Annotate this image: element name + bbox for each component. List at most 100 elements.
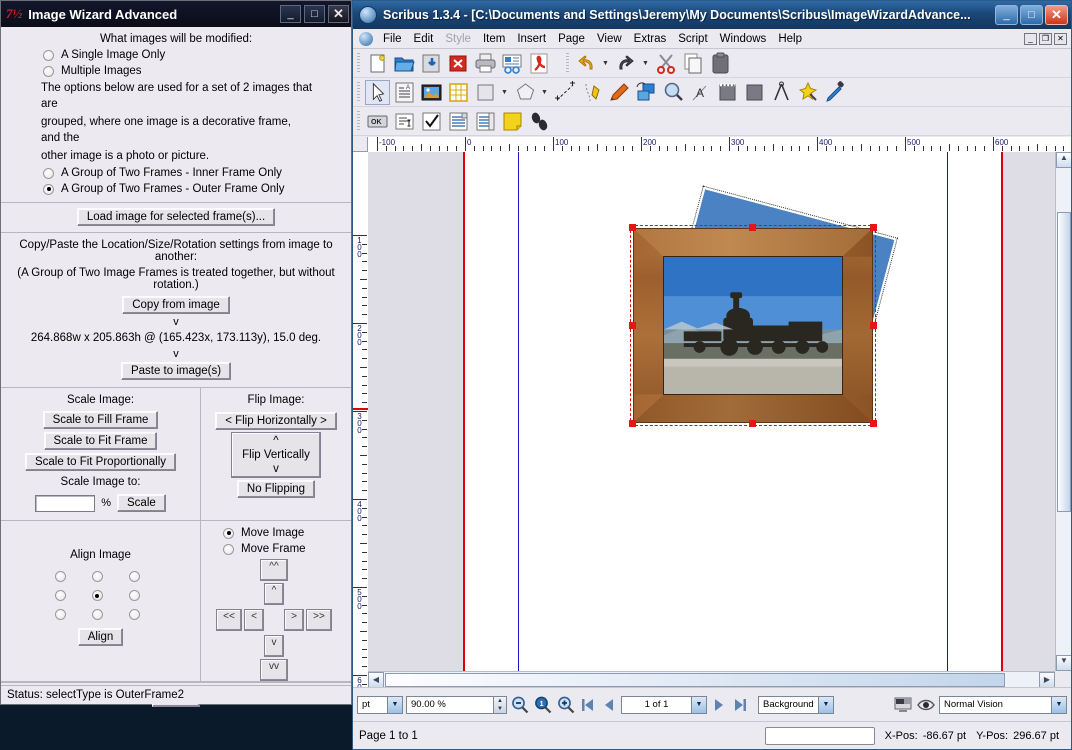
undo-icon[interactable] [574,51,599,76]
preview-mode-icon[interactable] [893,696,913,714]
flip-vertically-button[interactable]: ^ Flip Vertically v [231,432,321,478]
copy-properties-icon[interactable] [796,80,821,105]
toolbar-grip-icon[interactable] [355,81,362,103]
zoom-in-icon[interactable] [556,695,576,715]
align-middle-right-radio[interactable] [128,590,140,601]
scribus-minimize-button[interactable]: _ [995,5,1018,25]
select-pointer-icon[interactable] [365,79,390,105]
radio-move-image[interactable]: Move Image [201,525,351,541]
vertical-ruler[interactable]: 100 200 300 400 500 600 [353,152,369,687]
resize-handle-n[interactable] [749,224,756,231]
shape-dropdown-caret-icon[interactable]: ▼ [500,89,509,96]
close-document-icon[interactable] [446,51,471,76]
scribus-close-button[interactable]: ✕ [1045,5,1068,25]
first-page-icon[interactable] [579,696,597,714]
resize-handle-e[interactable] [870,322,877,329]
resize-handle-nw[interactable] [629,224,636,231]
resize-handle-s[interactable] [749,420,756,427]
radio-outer-frame[interactable]: A Group of Two Frames - Outer Frame Only [1,181,351,197]
horizontal-ruler[interactable]: -100 0 100 200 300 400 500 600 [353,137,1071,153]
pdf-link-icon[interactable] [527,109,552,134]
redo-icon[interactable] [614,51,639,76]
radio-single-image[interactable]: A Single Image Only [1,47,351,63]
move-up-button[interactable]: ^ [264,583,284,605]
redo-dropdown-caret-icon[interactable]: ▼ [641,60,650,67]
radio-move-frame[interactable]: Move Frame [201,541,351,557]
save-icon[interactable] [419,51,444,76]
eyedropper-icon[interactable] [823,80,848,105]
scale-to-fit-proportionally-button[interactable]: Scale to Fit Proportionally [24,453,177,471]
previous-page-icon[interactable] [600,696,618,714]
zoom-stepper-icon[interactable]: ▲ ▼ [493,696,506,713]
chevron-down-icon[interactable]: ▼ [1051,696,1066,713]
layer-combobox[interactable]: Background ▼ [758,695,834,714]
resize-handle-sw[interactable] [629,420,636,427]
document-canvas[interactable] [368,152,1055,671]
scroll-down-button[interactable]: ▼ [1056,655,1071,671]
freehand-pencil-icon[interactable] [607,80,632,105]
load-image-button[interactable]: Load image for selected frame(s)... [76,208,276,226]
unlink-text-frames-icon[interactable] [742,80,767,105]
unit-combobox[interactable]: pt ▼ [357,695,403,714]
move-right-button[interactable]: > [284,609,304,631]
polygon-icon[interactable] [513,80,538,105]
radio-icon[interactable] [43,65,54,77]
menu-file[interactable]: File [377,31,408,47]
menu-edit[interactable]: Edit [408,31,440,47]
edit-contents-icon[interactable]: A [688,80,713,105]
zoom-100-icon[interactable]: 1 [533,695,553,715]
align-top-left-radio[interactable] [54,571,66,582]
toolbar-grip-icon[interactable] [355,110,362,132]
move-right-fast-button[interactable]: >> [306,609,332,631]
open-folder-icon[interactable] [392,51,417,76]
scale-to-fill-frame-button[interactable]: Scale to Fill Frame [42,411,159,429]
pdf-pushbutton-icon[interactable]: OK [365,109,390,134]
cut-scissors-icon[interactable] [654,51,679,76]
menu-view[interactable]: View [591,31,628,47]
paste-to-images-button[interactable]: Paste to image(s) [120,362,232,380]
page-indicator-combobox[interactable]: 1 of 1 ▼ [621,695,707,714]
last-page-icon[interactable] [731,696,749,714]
mdi-close-button[interactable]: ✕ [1054,32,1067,45]
pdf-combobox-icon[interactable] [446,109,471,134]
no-flipping-button[interactable]: No Flipping [236,480,316,498]
chevron-down-icon[interactable]: ▼ [691,696,706,713]
document-page[interactable] [463,152,1003,671]
scale-percent-input[interactable] [35,494,96,512]
resize-handle-ne[interactable] [870,224,877,231]
menu-script[interactable]: Script [672,31,713,47]
radio-icon[interactable] [223,543,234,555]
horizontal-scroll-thumb[interactable] [385,673,1005,687]
radio-multiple-images[interactable]: Multiple Images [1,63,351,79]
shape-icon[interactable] [473,80,498,105]
wizard-close-button[interactable]: ✕ [328,5,349,23]
chevron-down-icon[interactable]: ▼ [387,696,402,713]
text-frame-icon[interactable]: A [392,80,417,105]
pdf-checkbox-icon[interactable] [419,109,444,134]
radio-icon[interactable] [43,49,54,61]
align-top-center-radio[interactable] [91,571,103,582]
toolbar-grip-icon[interactable] [355,52,362,74]
chevron-down-icon[interactable]: ▼ [818,696,833,713]
scroll-up-button[interactable]: ▲ [1056,152,1071,168]
move-down-button[interactable]: v [264,635,284,657]
pdf-listbox-icon[interactable] [473,109,498,134]
align-bottom-left-radio[interactable] [54,609,66,620]
resize-handle-se[interactable] [870,420,877,427]
align-bottom-right-radio[interactable] [128,609,140,620]
copy-icon[interactable] [681,51,706,76]
export-pdf-icon[interactable] [527,51,552,76]
scroll-right-button[interactable]: ▶ [1039,672,1055,687]
scale-button[interactable]: Scale [117,494,166,512]
zoom-spinbox[interactable]: 90.00 % ▲ ▼ [406,695,507,714]
radio-icon[interactable] [223,527,234,539]
mdi-restore-button[interactable]: ❐ [1039,32,1052,45]
zoom-magnifier-icon[interactable] [661,80,686,105]
menu-help[interactable]: Help [772,31,808,47]
radio-icon[interactable] [43,167,54,179]
next-page-icon[interactable] [710,696,728,714]
selected-image-group[interactable] [629,180,899,450]
print-preview-icon[interactable] [500,51,525,76]
print-icon[interactable] [473,51,498,76]
move-up-fast-button[interactable]: ^^ [260,559,288,581]
